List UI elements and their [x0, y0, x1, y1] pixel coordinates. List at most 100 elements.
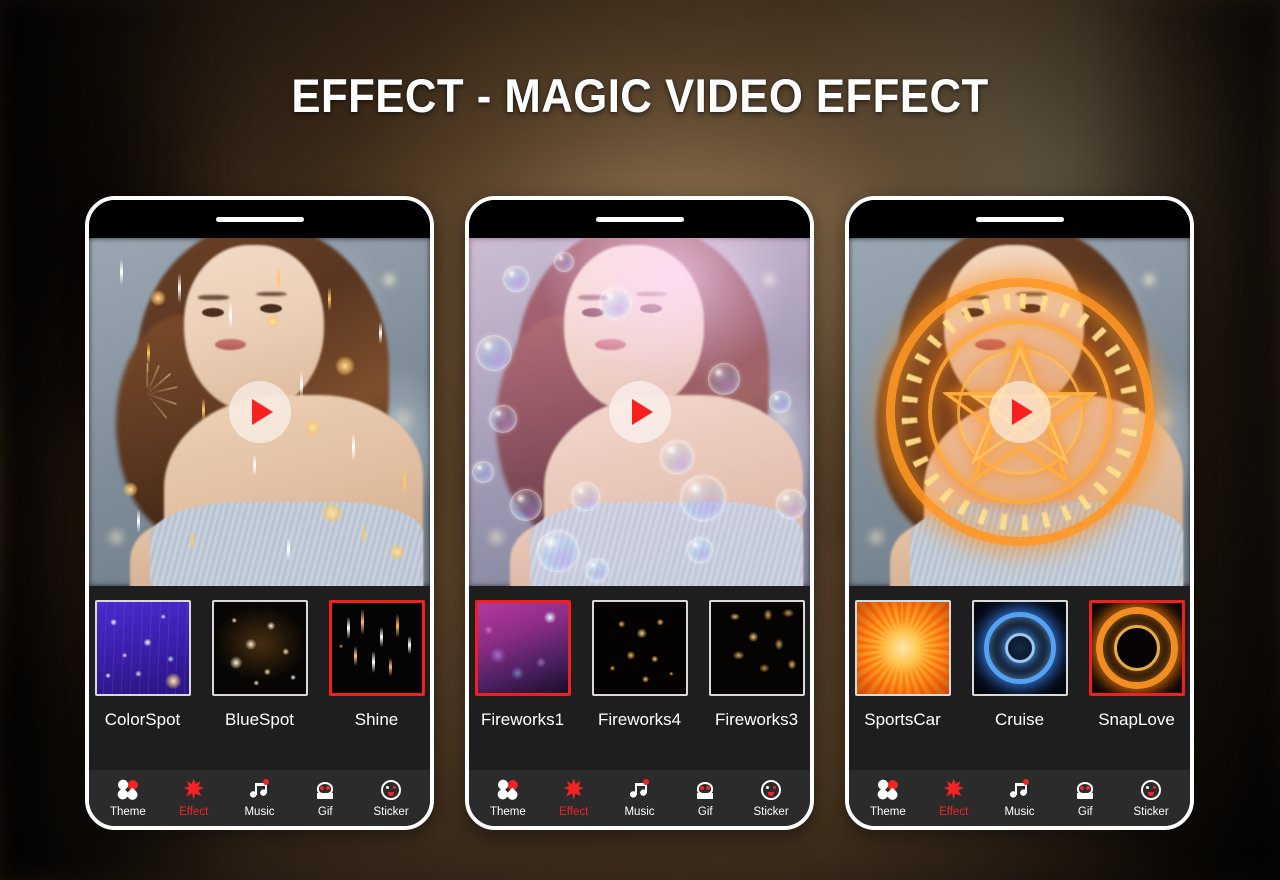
- phone-bezel-top: [89, 200, 430, 238]
- phone-bezel-top: [469, 200, 810, 238]
- effect-label: Cruise: [994, 710, 1045, 729]
- video-preview-two[interactable]: [469, 238, 810, 586]
- effect-panel-three: SportsCar Cruise SnapLove: [849, 586, 1190, 786]
- phone-mockup-two: Fireworks1 Fireworks4 Fireworks3 Theme E…: [465, 196, 814, 830]
- phone-mockup-three: SportsCar Cruise SnapLove Theme Effect M…: [845, 196, 1194, 830]
- theme-clover-icon: [115, 777, 140, 801]
- speaker-grille: [595, 216, 684, 222]
- effect-label: SportsCar: [864, 710, 941, 729]
- speaker-grille: [215, 216, 304, 222]
- effect-thumbnail[interactable]: [328, 600, 425, 696]
- effect-panel-two: Fireworks1 Fireworks4 Fireworks3: [469, 586, 810, 786]
- speaker-grille: [975, 216, 1064, 222]
- bottom-nav-three: Theme Effect Music Gif Sticker: [849, 770, 1190, 826]
- effect-sparkle-icon: [563, 778, 585, 801]
- play-icon[interactable]: [228, 381, 291, 443]
- nav-label: Effect: [559, 805, 589, 818]
- play-icon[interactable]: [608, 381, 671, 443]
- sticker-smiley-icon: [1140, 779, 1162, 801]
- effect-label: BlueSpot: [225, 710, 294, 729]
- gif-octopus-icon: [694, 779, 716, 801]
- nav-label: Sticker: [753, 805, 789, 818]
- nav-label: Music: [244, 805, 275, 818]
- effect-thumbnail-row: SportsCar Cruise SnapLove: [849, 600, 1190, 730]
- nav-label: Theme: [489, 805, 526, 818]
- music-note-icon: [248, 778, 270, 801]
- effect-thumbnail[interactable]: [1088, 600, 1185, 696]
- phone-showcase: ColorSpot BlueSpot Shine Theme Effect Mu…: [0, 196, 1280, 836]
- nav-item-effect[interactable]: Effect: [543, 778, 605, 818]
- nav-item-theme[interactable]: Theme: [857, 777, 919, 818]
- play-triangle: [1011, 399, 1033, 425]
- effect-thumbnail[interactable]: [971, 600, 1068, 696]
- nav-item-sticker[interactable]: Sticker: [740, 779, 802, 818]
- effect-thumbnail[interactable]: [474, 600, 571, 696]
- nav-item-theme[interactable]: Theme: [97, 777, 159, 818]
- theme-clover-icon: [495, 777, 520, 801]
- nav-label: Gif: [1077, 805, 1093, 818]
- nav-item-music[interactable]: Music: [228, 778, 290, 818]
- effect-item[interactable]: Fireworks3: [708, 600, 805, 730]
- effect-panel-one: ColorSpot BlueSpot Shine: [89, 586, 430, 786]
- nav-item-gif[interactable]: Gif: [674, 779, 736, 818]
- effect-label: Shine: [354, 710, 399, 729]
- effect-item[interactable]: SportsCar: [854, 600, 951, 730]
- effect-item-selected[interactable]: Fireworks1: [474, 600, 571, 730]
- nav-label: Gif: [317, 805, 333, 818]
- play-triangle: [251, 399, 273, 425]
- nav-label: Effect: [179, 805, 209, 818]
- theme-clover-icon: [875, 777, 900, 801]
- sticker-smiley-icon: [380, 779, 402, 801]
- nav-label: Sticker: [373, 805, 409, 818]
- nav-item-sticker[interactable]: Sticker: [360, 779, 422, 818]
- effect-label: Fireworks3: [714, 710, 799, 729]
- nav-label: Sticker: [1133, 805, 1169, 818]
- video-preview-three[interactable]: [849, 238, 1190, 586]
- phone-bezel-top: [849, 200, 1190, 238]
- effect-thumbnail[interactable]: [854, 600, 951, 696]
- nav-item-sticker[interactable]: Sticker: [1120, 779, 1182, 818]
- bottom-nav-two: Theme Effect Music Gif Sticker: [469, 770, 810, 826]
- effect-label: ColorSpot: [104, 710, 181, 729]
- effect-item-selected[interactable]: Shine: [328, 600, 425, 730]
- effect-item-selected[interactable]: SnapLove: [1088, 600, 1185, 730]
- phone-mockup-one: ColorSpot BlueSpot Shine Theme Effect Mu…: [85, 196, 434, 830]
- gif-octopus-icon: [314, 779, 336, 801]
- effect-item[interactable]: BlueSpot: [211, 600, 308, 730]
- nav-label: Theme: [869, 805, 906, 818]
- effect-item[interactable]: Cruise: [971, 600, 1068, 730]
- effect-thumbnail[interactable]: [708, 600, 805, 696]
- nav-item-theme[interactable]: Theme: [477, 777, 539, 818]
- nav-item-music[interactable]: Music: [988, 778, 1050, 818]
- play-icon[interactable]: [988, 381, 1051, 443]
- music-note-icon: [1008, 778, 1030, 801]
- effect-thumbnail[interactable]: [211, 600, 308, 696]
- effect-item[interactable]: Fireworks4: [591, 600, 688, 730]
- nav-item-effect[interactable]: Effect: [163, 778, 225, 818]
- effect-sparkle-icon: [943, 778, 965, 801]
- play-triangle: [631, 399, 653, 425]
- nav-label: Music: [1004, 805, 1035, 818]
- nav-label: Gif: [697, 805, 713, 818]
- nav-item-effect[interactable]: Effect: [923, 778, 985, 818]
- gif-octopus-icon: [1074, 779, 1096, 801]
- sticker-smiley-icon: [760, 779, 782, 801]
- video-preview-one[interactable]: [89, 238, 430, 586]
- nav-label: Theme: [109, 805, 146, 818]
- nav-label: Effect: [939, 805, 969, 818]
- nav-item-gif[interactable]: Gif: [294, 779, 356, 818]
- nav-item-music[interactable]: Music: [608, 778, 670, 818]
- effect-thumbnail[interactable]: [591, 600, 688, 696]
- effect-thumbnail-row: Fireworks1 Fireworks4 Fireworks3: [469, 600, 810, 730]
- effect-item[interactable]: ColorSpot: [94, 600, 191, 730]
- music-note-icon: [628, 778, 650, 801]
- nav-label: Music: [624, 805, 655, 818]
- nav-item-gif[interactable]: Gif: [1054, 779, 1116, 818]
- effect-label: Fireworks1: [480, 710, 565, 729]
- effect-label: Fireworks4: [597, 710, 682, 729]
- page-title: EFFECT - MAGIC VIDEO EFFECT: [291, 69, 989, 122]
- effect-thumbnail-row: ColorSpot BlueSpot Shine: [89, 600, 430, 730]
- effect-sparkle-icon: [183, 778, 205, 801]
- effect-thumbnail[interactable]: [94, 600, 191, 696]
- effect-label: SnapLove: [1098, 710, 1175, 729]
